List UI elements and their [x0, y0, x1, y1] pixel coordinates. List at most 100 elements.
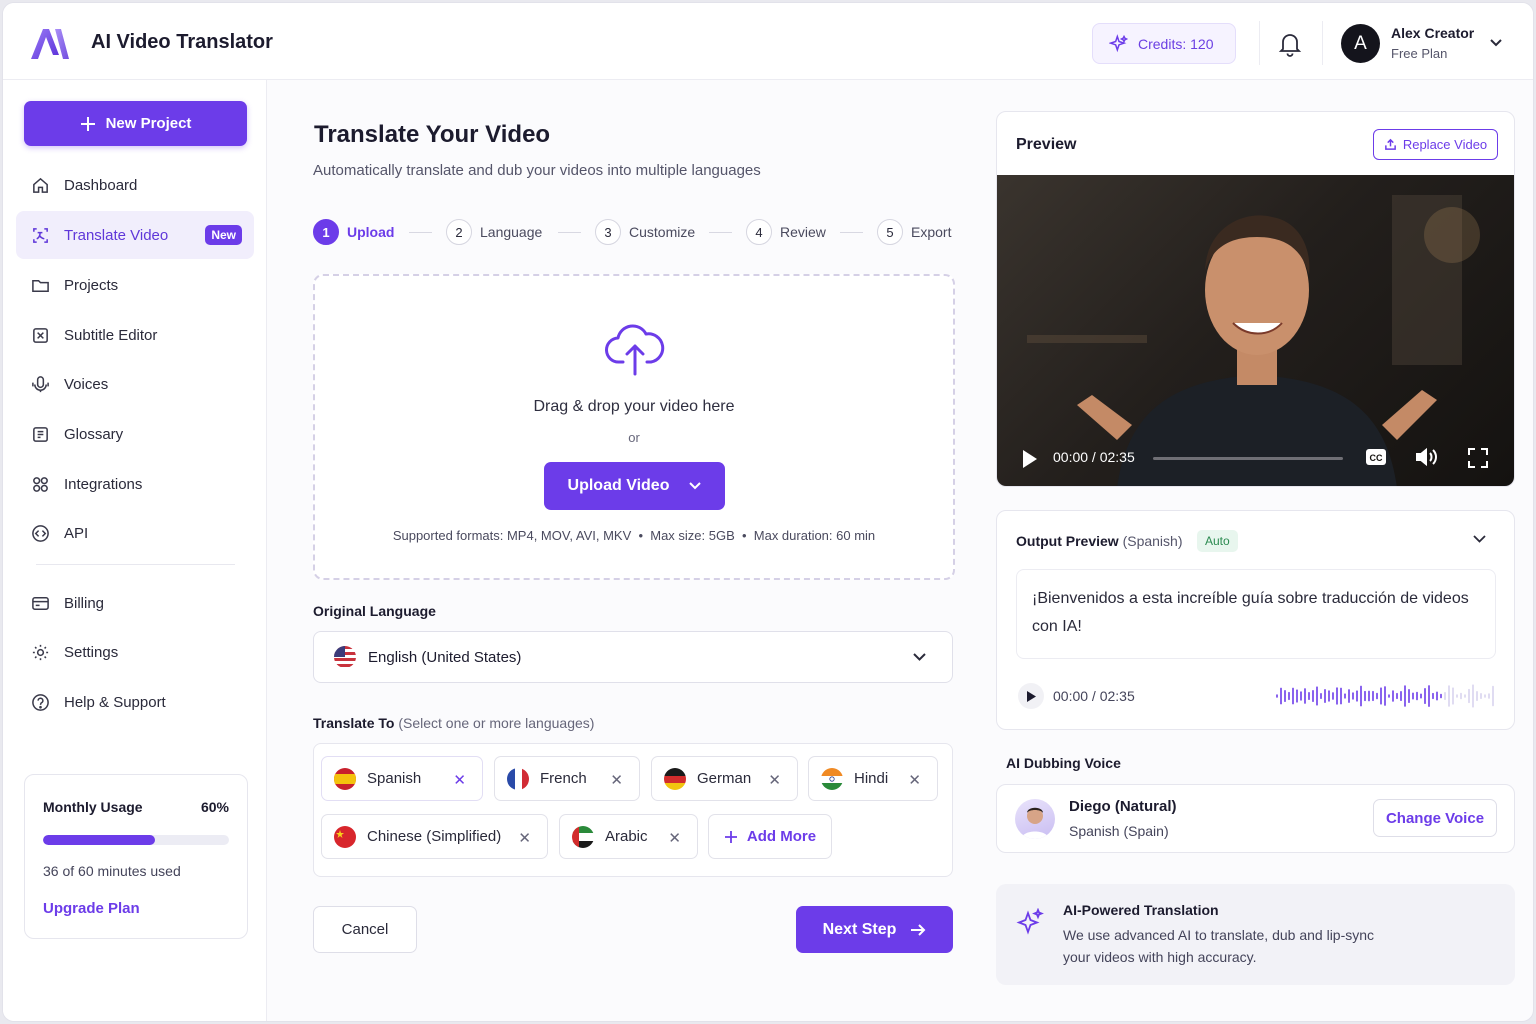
step-review[interactable]: 4 Review: [746, 219, 826, 245]
new-project-label: New Project: [105, 115, 192, 132]
remove-icon[interactable]: ✕: [668, 829, 681, 847]
video-player[interactable]: 00:00 / 02:35 CC: [997, 175, 1514, 486]
video-progress-bar[interactable]: [1153, 457, 1343, 460]
new-project-button[interactable]: New Project: [24, 101, 247, 146]
change-voice-button[interactable]: Change Voice: [1373, 799, 1497, 837]
output-preview-card: Output Preview (Spanish) Auto ¡Bienvenid…: [996, 510, 1515, 730]
language-chip-arabic[interactable]: Arabic ✕: [559, 814, 698, 859]
add-more-button[interactable]: Add More: [708, 814, 832, 859]
billing-icon: [32, 596, 49, 610]
chip-label: Spanish: [367, 770, 422, 787]
subtitle-icon: [33, 327, 48, 343]
sidebar-item-projects[interactable]: Projects: [16, 261, 254, 309]
folder-icon: [32, 279, 49, 292]
voice-avatar: [1015, 799, 1055, 839]
cancel-button[interactable]: Cancel: [313, 906, 417, 953]
language-chip-chinese[interactable]: Chinese (Simplified) ✕: [321, 814, 548, 859]
remove-icon[interactable]: ✕: [610, 771, 623, 789]
language-chip-german[interactable]: German ✕: [651, 756, 798, 801]
usage-title: Monthly Usage: [43, 799, 143, 815]
page-title: Translate Your Video: [314, 121, 551, 148]
avatar[interactable]: A: [1341, 24, 1380, 63]
sidebar-item-subtitle-editor[interactable]: Subtitle Editor: [16, 311, 254, 359]
france-flag-icon: [507, 767, 529, 790]
ai-info-text: We use advanced AI to translate, dub and…: [1063, 927, 1375, 965]
upgrade-plan-link[interactable]: Upgrade Plan: [43, 900, 140, 917]
chevron-down-icon[interactable]: [1473, 535, 1486, 544]
language-chip-spanish[interactable]: Spanish ✕: [321, 756, 483, 801]
remove-icon[interactable]: ✕: [518, 829, 531, 847]
dropzone-text: Drag & drop your video here: [533, 398, 735, 415]
remove-icon[interactable]: ✕: [453, 771, 466, 789]
divider: [1322, 21, 1323, 65]
next-step-button[interactable]: Next Step: [796, 906, 953, 953]
video-frame: [1027, 195, 1480, 486]
original-language-value: English (United States): [368, 648, 522, 666]
step-label: Language: [480, 224, 543, 240]
credits-button[interactable]: Credits: 120: [1092, 23, 1236, 64]
svg-text:CC: CC: [1370, 453, 1383, 463]
plus-icon: [724, 830, 737, 843]
usage-percent: 60%: [200, 799, 229, 815]
chevron-down-icon[interactable]: [1489, 38, 1503, 48]
step-label: Export: [911, 224, 952, 240]
step-number: 3: [595, 219, 621, 245]
step-label: Upload: [347, 224, 395, 240]
play-icon[interactable]: [1021, 449, 1039, 469]
chevron-down-icon: [913, 653, 926, 661]
sidebar-item-label: Help & Support: [64, 693, 166, 711]
app-logo-icon: [31, 29, 69, 59]
step-number: 5: [877, 219, 903, 245]
fullscreen-icon[interactable]: [1468, 448, 1488, 468]
upload-video-button[interactable]: Upload Video: [544, 462, 725, 510]
language-chip-hindi[interactable]: Hindi ✕: [808, 756, 938, 801]
volume-icon[interactable]: [1415, 447, 1439, 467]
app-window: AI Video Translator Credits: 120 A Alex …: [2, 2, 1534, 1022]
audio-time: 00:00 / 02:35: [1053, 688, 1135, 704]
step-language[interactable]: 2 Language: [446, 219, 542, 245]
sidebar-item-help-support[interactable]: Help & Support: [16, 678, 254, 726]
credits-label: Credits: 120: [1138, 35, 1214, 52]
usage-summary: 36 of 60 minutes used: [43, 863, 181, 879]
chip-label: Arabic: [605, 828, 648, 845]
bell-icon[interactable]: [1278, 31, 1302, 57]
chip-label: German: [697, 770, 752, 787]
sidebar-item-glossary[interactable]: Glossary: [16, 410, 254, 458]
sidebar-divider: [36, 564, 235, 565]
remove-icon[interactable]: ✕: [908, 771, 921, 789]
microphone-icon: [32, 375, 49, 392]
sidebar-item-api[interactable]: API: [16, 509, 254, 557]
replace-video-button[interactable]: Replace Video: [1373, 129, 1498, 160]
chevron-down-icon: [689, 482, 702, 490]
sidebar-item-voices[interactable]: Voices: [16, 360, 254, 408]
step-export[interactable]: 5 Export: [877, 219, 951, 245]
play-icon: [1026, 690, 1036, 702]
spain-flag-icon: [334, 767, 356, 790]
puzzle-icon: [33, 476, 48, 492]
sidebar-item-dashboard[interactable]: Dashboard: [16, 161, 254, 209]
step-connector: [409, 232, 432, 233]
app-title: AI Video Translator: [91, 31, 273, 53]
captions-icon[interactable]: CC: [1365, 448, 1387, 466]
step-upload[interactable]: 1 Upload: [313, 219, 394, 245]
original-language-select[interactable]: English (United States): [313, 631, 953, 683]
sidebar-item-settings[interactable]: Settings: [16, 628, 254, 676]
sidebar-item-label: Settings: [64, 643, 119, 661]
step-customize[interactable]: 3 Customize: [595, 219, 695, 245]
person-icon: [1021, 807, 1049, 839]
sidebar-item-integrations[interactable]: Integrations: [16, 460, 254, 508]
language-chip-french[interactable]: French ✕: [494, 756, 640, 801]
sidebar-item-billing[interactable]: Billing: [16, 579, 254, 627]
remove-icon[interactable]: ✕: [768, 771, 781, 789]
audio-play-button[interactable]: [1018, 683, 1044, 709]
step-label: Customize: [629, 224, 696, 240]
dubbing-voice-title: AI Dubbing Voice: [1006, 755, 1121, 771]
sidebar-item-label: Subtitle Editor: [64, 326, 158, 344]
sidebar-item-label: API: [64, 524, 89, 542]
uae-flag-icon: [572, 825, 594, 848]
original-language-label: Original Language: [313, 603, 436, 619]
monthly-usage-card: Monthly Usage 60% 36 of 60 minutes used …: [24, 774, 248, 939]
upload-dropzone[interactable]: Drag & drop your video here or Upload Vi…: [313, 274, 955, 580]
video-time: 00:00 / 02:35: [1053, 449, 1135, 465]
sidebar-item-translate-video[interactable]: Translate Video New: [16, 211, 254, 259]
